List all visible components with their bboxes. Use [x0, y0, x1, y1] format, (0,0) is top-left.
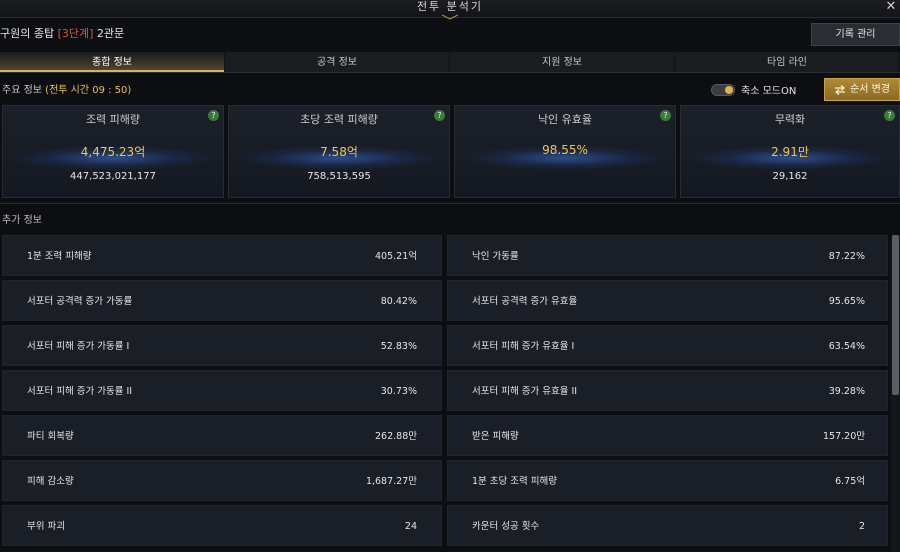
- window-title: 전투 분석기: [416, 0, 484, 13]
- tab-attack[interactable]: 공격 정보: [225, 52, 450, 72]
- card-title: 초당 조력 피해량: [300, 113, 378, 126]
- card-sub-value: 758,513,595: [307, 171, 371, 182]
- row-label: 서포터 피해 증가 가동률 I: [27, 341, 130, 352]
- table-row: 서포터 피해 증가 가동률 II 30.73%: [2, 370, 442, 411]
- tab-timeline[interactable]: 타임 라인: [675, 52, 900, 72]
- row-label: 부위 파괴: [27, 521, 65, 532]
- row-value: 1,687.27만: [365, 476, 417, 487]
- tab-support[interactable]: 지원 정보: [450, 52, 675, 72]
- raid-name: 구원의 종탑: [0, 27, 58, 40]
- row-label: 서포터 피해 증가 유효율 II: [472, 386, 578, 397]
- row-value: 2: [858, 521, 865, 532]
- row-label: 낙인 가동률: [472, 251, 519, 262]
- table-row: 1분 조력 피해량 405.21억: [2, 235, 442, 276]
- row-label: 서포터 피해 증가 가동률 II: [27, 386, 133, 397]
- stage-badge: [3단계]: [57, 27, 94, 40]
- row-label: 1분 조력 피해량: [27, 251, 92, 262]
- table-row: 1분 초당 조력 피해량 6.75억: [447, 460, 888, 501]
- compact-mode-toggle[interactable]: [711, 83, 735, 96]
- row-label: 받은 피해량: [472, 431, 519, 442]
- change-order-label: 순서 변경: [850, 84, 890, 95]
- card-sub-value: 29,162: [772, 171, 808, 182]
- help-icon[interactable]: ?: [208, 110, 219, 121]
- card-main-value: 4,475.23억: [80, 145, 146, 159]
- table-row: 서포터 공격력 증가 유효율 95.65%: [447, 280, 888, 321]
- row-label: 파티 회복량: [27, 431, 74, 442]
- table-row: 서포터 피해 증가 유효율 II 39.28%: [447, 370, 888, 411]
- stat-card-dps-support: 초당 조력 피해량 ? 7.58억 758,513,595: [228, 105, 450, 198]
- table-row: 서포터 피해 증가 유효율 I 63.54%: [447, 325, 888, 366]
- row-value: 80.42%: [380, 296, 417, 307]
- help-icon[interactable]: ?: [884, 110, 895, 121]
- card-sub-value: 447,523,021,177: [70, 171, 156, 182]
- main-info-label: 주요 정보 (전투 시간 09 : 50): [2, 81, 131, 96]
- table-row: 받은 피해량 157.20만: [447, 415, 888, 456]
- section-divider: [0, 203, 900, 204]
- stat-card-support-damage: 조력 피해량 ? 4,475.23억 447,523,021,177: [2, 105, 224, 198]
- table-row: 서포터 공격력 증가 가동률 80.42%: [2, 280, 442, 321]
- row-value: 157.20만: [823, 431, 865, 442]
- table-row: 서포터 피해 증가 가동률 I 52.83%: [2, 325, 442, 366]
- table-row: 파티 회복량 262.88만: [2, 415, 442, 456]
- table-row: 피해 감소량 1,687.27만: [2, 460, 442, 501]
- help-icon[interactable]: ?: [434, 110, 445, 121]
- row-value: 6.75억: [835, 476, 865, 487]
- help-icon[interactable]: ?: [660, 110, 671, 121]
- row-label: 서포터 공격력 증가 유효율: [472, 296, 578, 307]
- row-label: 1분 초당 조력 피해량: [472, 476, 558, 487]
- row-value: 95.65%: [828, 296, 865, 307]
- swap-icon: [834, 84, 846, 95]
- card-title: 조력 피해량: [85, 113, 141, 126]
- change-order-button[interactable]: 순서 변경: [824, 78, 900, 101]
- scrollbar-thumb[interactable]: [892, 235, 899, 395]
- record-manage-button[interactable]: 기록 관리: [811, 23, 900, 46]
- row-value: 30.73%: [380, 386, 417, 397]
- stat-card-brand-efficiency: 낙인 유효율 ? 98.55%: [454, 105, 676, 198]
- toggle-knob: [725, 85, 733, 94]
- stat-card-stagger: 무력화 ? 2.91만 29,162: [680, 105, 900, 198]
- tab-overview[interactable]: 종합 정보: [0, 52, 225, 72]
- page-title: 구원의 종탑 [3단계] 2관문: [0, 25, 124, 41]
- row-value: 39.28%: [828, 386, 865, 397]
- compact-mode-label: 축소 모드ON: [741, 86, 797, 97]
- row-label: 피해 감소량: [27, 476, 74, 487]
- battle-time: (전투 시간 09 : 50): [45, 85, 132, 96]
- main-info-title: 주요 정보: [2, 85, 46, 96]
- card-title: 무력화: [774, 113, 806, 126]
- table-row: 낙인 가동률 87.22%: [447, 235, 888, 276]
- title-ornament-icon: [442, 14, 458, 20]
- row-label: 서포터 공격력 증가 가동률: [27, 296, 133, 307]
- window-titlebar: 전투 분석기 ✕: [0, 0, 900, 20]
- compact-mode-toggle-group: 축소 모드ON: [711, 82, 796, 97]
- row-label: 카운터 성공 횟수: [472, 521, 540, 532]
- close-icon[interactable]: ✕: [884, 0, 898, 14]
- table-row: 카운터 성공 횟수 2: [447, 505, 888, 546]
- tab-bar: 종합 정보 공격 정보 지원 정보 타임 라인: [0, 52, 900, 73]
- card-main-value: 7.58억: [320, 145, 358, 159]
- gate-name: 2관문: [93, 27, 125, 40]
- card-main-value: 2.91만: [771, 145, 809, 159]
- table-row: 부위 파괴 24: [2, 505, 442, 546]
- row-value: 24: [404, 521, 417, 532]
- row-value: 87.22%: [828, 251, 865, 262]
- row-value: 262.88만: [375, 431, 417, 442]
- row-value: 52.83%: [380, 341, 417, 352]
- card-main-value: 98.55%: [542, 143, 588, 157]
- row-value: 405.21억: [375, 251, 417, 262]
- row-value: 63.54%: [828, 341, 865, 352]
- scrollbar[interactable]: [891, 235, 900, 552]
- card-title: 낙인 유효율: [537, 113, 593, 126]
- extra-info-label: 추가 정보: [2, 215, 42, 226]
- row-label: 서포터 피해 증가 유효율 I: [472, 341, 575, 352]
